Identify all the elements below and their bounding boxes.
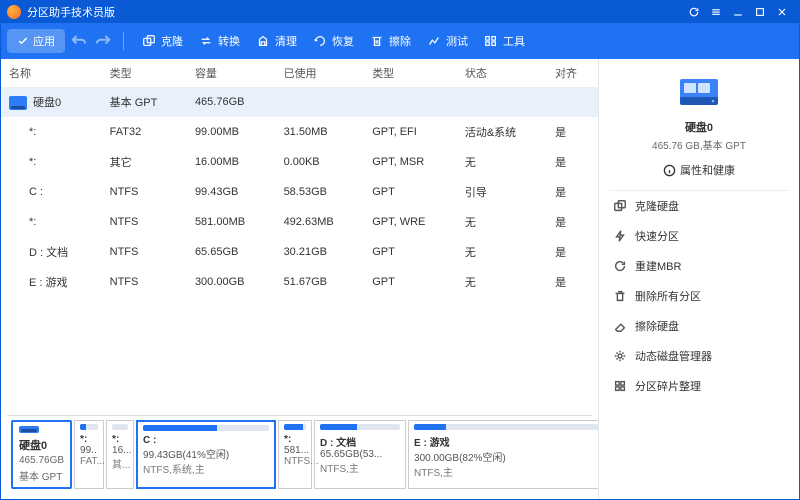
apply-button[interactable]: 应用 — [7, 29, 65, 53]
disk-icon — [9, 96, 27, 110]
disk-map-partition[interactable]: *:99..FAT... — [74, 420, 104, 489]
apply-button-label: 应用 — [33, 33, 55, 49]
side-op-label: 擦除硬盘 — [635, 318, 679, 334]
side-op-bolt[interactable]: 快速分区 — [609, 221, 789, 251]
toolbar-clone-button[interactable]: 克隆 — [134, 27, 191, 55]
titlebar: 分区助手技术员版 — [1, 1, 799, 23]
side-op-trash[interactable]: 删除所有分区 — [609, 281, 789, 311]
side-op-label: 快速分区 — [635, 228, 679, 244]
side-op-label: 分区碎片整理 — [635, 378, 701, 394]
side-disk-name: 硬盘0 — [599, 119, 799, 135]
column-header[interactable]: 对齐 — [547, 59, 598, 87]
toolbar-label: 转换 — [218, 33, 240, 49]
properties-health-label: 属性和健康 — [680, 162, 735, 178]
column-header[interactable]: 状态 — [457, 59, 547, 87]
partition-row[interactable]: *:其它16.00MB0.00KBGPT, MSR无是 — [1, 147, 598, 177]
toolbar-convert-button[interactable]: 转换 — [191, 27, 248, 55]
side-op-eraser[interactable]: 擦除硬盘 — [609, 311, 789, 341]
main-toolbar: 应用 克隆 转换 清理 恢复 擦除 测试 工具 — [1, 23, 799, 59]
toolbar-tools-button[interactable]: 工具 — [476, 27, 533, 55]
toolbar-erase-button[interactable]: 擦除 — [362, 27, 419, 55]
column-header[interactable]: 已使用 — [276, 59, 365, 87]
app-logo-icon — [7, 5, 21, 19]
toolbar-label: 擦除 — [389, 33, 411, 49]
disk-map-partition[interactable]: D : 文档65.65GB(53...NTFS,主 — [314, 420, 406, 489]
toolbar-label: 克隆 — [161, 33, 183, 49]
partition-row[interactable]: *:FAT3299.00MB31.50MBGPT, EFI活动&系统是 — [1, 117, 598, 147]
disk-row[interactable]: 硬盘0基本 GPT465.76GB — [1, 87, 598, 117]
window-title: 分区助手技术员版 — [27, 4, 683, 20]
toolbar-test-button[interactable]: 测试 — [419, 27, 476, 55]
side-op-label: 克隆硬盘 — [635, 198, 679, 214]
toolbar-recover-button[interactable]: 恢复 — [305, 27, 362, 55]
minimize-icon[interactable] — [727, 1, 749, 23]
menu-icon[interactable] — [705, 1, 727, 23]
disk-map-type: 基本 GPT — [19, 468, 64, 483]
maximize-icon[interactable] — [749, 1, 771, 23]
column-header[interactable]: 容量 — [187, 59, 276, 87]
side-disk-sub: 465.76 GB,基本 GPT — [599, 137, 799, 152]
disk-map-cap: 465.76GB — [19, 455, 64, 466]
toolbar-label: 恢复 — [332, 33, 354, 49]
partition-row[interactable]: C :NTFS99.43GB58.53GBGPT引导是 — [1, 177, 598, 207]
properties-health-button[interactable]: 属性和健康 — [663, 162, 735, 178]
toolbar-label: 清理 — [275, 33, 297, 49]
close-icon[interactable] — [771, 1, 793, 23]
side-op-clone[interactable]: 克隆硬盘 — [609, 191, 789, 221]
column-header[interactable]: 类型 — [102, 59, 187, 87]
side-op-label: 删除所有分区 — [635, 288, 701, 304]
redo-button[interactable] — [93, 31, 113, 51]
side-op-label: 重建MBR — [635, 258, 681, 274]
disk-map-disk[interactable]: 硬盘0 465.76GB 基本 GPT — [11, 420, 72, 489]
disk-map-partition[interactable]: E : 游戏300.00GB(82%空闲)NTFS,主 — [408, 420, 599, 489]
side-disk-icon — [676, 75, 722, 111]
side-op-defrag[interactable]: 分区碎片整理 — [609, 371, 789, 401]
partition-row[interactable]: D : 文档NTFS65.65GB30.21GBGPT无是 — [1, 237, 598, 267]
toolbar-label: 测试 — [446, 33, 468, 49]
toolbar-label: 工具 — [503, 33, 525, 49]
disk-map-partition[interactable]: C :99.43GB(41%空闲)NTFS,系统,主 — [136, 420, 276, 489]
disk-map-partition[interactable]: *:16...其... — [106, 420, 134, 489]
column-header[interactable]: 类型 — [364, 59, 457, 87]
partition-table: 名称类型容量已使用类型状态对齐 硬盘0基本 GPT465.76GB*:FAT32… — [1, 59, 598, 415]
side-op-refresh[interactable]: 重建MBR — [609, 251, 789, 281]
undo-button[interactable] — [69, 31, 89, 51]
side-op-gear[interactable]: 动态磁盘管理器 — [609, 341, 789, 371]
side-op-label: 动态磁盘管理器 — [635, 348, 712, 364]
disk-map-panel: 硬盘0 465.76GB 基本 GPT *:99..FAT...*:16...其… — [7, 415, 592, 493]
side-panel: 硬盘0 465.76 GB,基本 GPT 属性和健康 克隆硬盘快速分区重建MBR… — [599, 59, 799, 499]
disk-map-partition[interactable]: *:581...NTFS... — [278, 420, 312, 489]
partition-row[interactable]: E : 游戏NTFS300.00GB51.67GBGPT无是 — [1, 267, 598, 297]
disk-icon — [19, 426, 39, 433]
disk-map-name: 硬盘0 — [19, 437, 64, 453]
toolbar-separator — [123, 32, 124, 50]
toolbar-clean-button[interactable]: 清理 — [248, 27, 305, 55]
partition-row[interactable]: *:NTFS581.00MB492.63MBGPT, WRE无是 — [1, 207, 598, 237]
column-header[interactable]: 名称 — [1, 59, 102, 87]
refresh-icon[interactable] — [683, 1, 705, 23]
